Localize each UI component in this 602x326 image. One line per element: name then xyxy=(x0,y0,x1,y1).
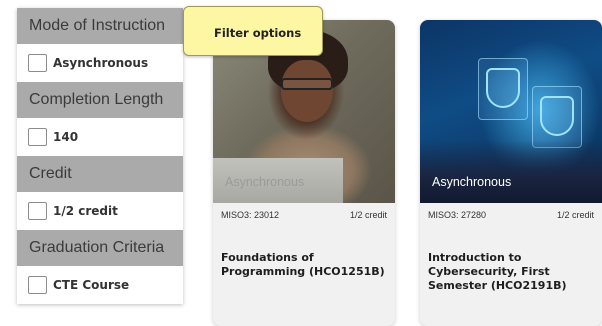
course-credit: 1/2 credit xyxy=(556,210,594,220)
filter-option-cte-course[interactable]: CTE Course xyxy=(17,266,183,304)
course-image: Asynchronous xyxy=(420,20,602,203)
course-code: MISO3: 23012 xyxy=(221,210,280,220)
filter-option-label: CTE Course xyxy=(53,278,130,292)
course-card[interactable]: Asynchronous MISO3: 23012 1/2 credit Fou… xyxy=(213,20,395,326)
course-title[interactable]: Introduction to Cybersecurity, First Sem… xyxy=(420,229,596,293)
course-meta: MISO3: 27280 1/2 credit xyxy=(420,203,602,229)
shield-lock-icon xyxy=(540,96,574,136)
filter-option-asynchronous[interactable]: Asynchronous xyxy=(17,44,183,82)
cte-course-checkbox[interactable] xyxy=(28,276,47,294)
course-code: MISO3: 27280 xyxy=(428,210,487,220)
hands-shape xyxy=(420,140,602,203)
filter-options-tooltip: Filter options xyxy=(183,6,323,56)
completion-length-checkbox[interactable] xyxy=(28,128,47,146)
image-caption: Asynchronous xyxy=(225,175,305,189)
filter-header-completion-length: Completion Length xyxy=(17,82,183,118)
filter-header-graduation-criteria: Graduation Criteria xyxy=(17,230,183,266)
student-face-shape xyxy=(281,60,333,122)
course-meta: MISO3: 23012 1/2 credit xyxy=(213,203,395,229)
filter-option-half-credit[interactable]: 1/2 credit xyxy=(17,192,183,230)
credit-checkbox[interactable] xyxy=(28,202,47,220)
shield-lock-icon xyxy=(486,68,520,108)
filter-option-label: 1/2 credit xyxy=(53,204,118,218)
filter-panel: Mode of Instruction Asynchronous Complet… xyxy=(17,8,183,304)
course-title[interactable]: Foundations of Programming (HCO1251B) xyxy=(213,229,389,279)
asynchronous-checkbox[interactable] xyxy=(28,54,47,72)
glasses-shape xyxy=(281,78,333,90)
filter-header-credit: Credit xyxy=(17,156,183,192)
course-card[interactable]: Asynchronous MISO3: 27280 1/2 credit Int… xyxy=(420,20,602,326)
course-credit: 1/2 credit xyxy=(349,210,387,220)
filter-option-label: Asynchronous xyxy=(53,56,149,70)
filter-option-140[interactable]: 140 xyxy=(17,118,183,156)
filter-header-mode-of-instruction: Mode of Instruction xyxy=(17,8,183,44)
filter-option-label: 140 xyxy=(53,130,79,144)
image-caption: Asynchronous xyxy=(432,175,512,189)
